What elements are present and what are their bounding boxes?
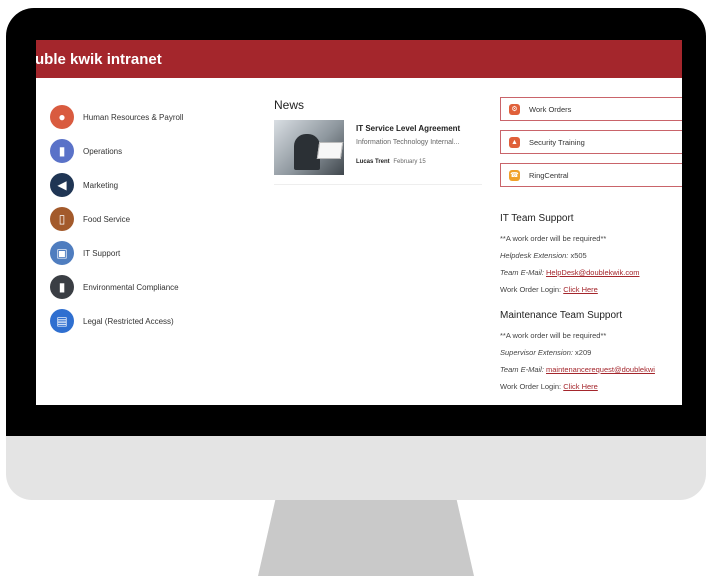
news-meta: Lucas Trent February 15 bbox=[356, 159, 460, 165]
quick-link-security-training[interactable]: ▲ Security Training bbox=[500, 130, 682, 154]
nav-item-food-service[interactable]: ▯ Food Service bbox=[50, 202, 250, 236]
site-header: uble kwik intranet bbox=[36, 40, 682, 78]
nav-item-human-resources[interactable]: ● Human Resources & Payroll bbox=[50, 100, 250, 134]
quick-links: ⚙ Work Orders ▲ Security Training ☎ Ring… bbox=[500, 97, 682, 196]
support-info: IT Team Support **A work order will be r… bbox=[500, 213, 682, 405]
monitor-icon: ▣ bbox=[50, 241, 74, 265]
it-support-email: Team E-Mail: HelpDesk@doublekwik.com bbox=[500, 264, 682, 281]
extension-label: Supervisor Extension: bbox=[500, 348, 573, 357]
document-icon: ▤ bbox=[50, 309, 74, 333]
email-label: Team E-Mail: bbox=[500, 268, 544, 277]
it-login-link[interactable]: Click Here bbox=[563, 285, 598, 294]
nav-item-label: Operations bbox=[83, 146, 123, 156]
department-nav: ● Human Resources & Payroll ▮ Operations… bbox=[50, 100, 250, 338]
quick-link-work-orders[interactable]: ⚙ Work Orders bbox=[500, 97, 682, 121]
news-card[interactable]: IT Service Level Agreement Information T… bbox=[274, 120, 482, 185]
quick-link-ringcentral[interactable]: ☎ RingCentral bbox=[500, 163, 682, 187]
monitor-stand bbox=[258, 500, 474, 576]
login-label: Work Order Login: bbox=[500, 382, 562, 391]
quick-link-label: Security Training bbox=[529, 137, 585, 147]
maintenance-support-email: Team E-Mail: maintenancerequest@doublekw… bbox=[500, 361, 682, 378]
quick-link-label: Work Orders bbox=[529, 104, 572, 114]
extension-value: x505 bbox=[570, 251, 587, 260]
nav-item-label: Legal (Restricted Access) bbox=[83, 316, 174, 326]
it-support-note: **A work order will be required** bbox=[500, 234, 607, 243]
extension-label: Helpdesk Extension: bbox=[500, 251, 569, 260]
maintenance-support-note: **A work order will be required** bbox=[500, 331, 607, 340]
maintenance-support-heading: Maintenance Team Support bbox=[500, 310, 623, 321]
nav-item-label: IT Support bbox=[83, 248, 121, 258]
nav-item-operations[interactable]: ▮ Operations bbox=[50, 134, 250, 168]
wrench-icon: ⚙ bbox=[509, 103, 520, 115]
shield-icon: ▲ bbox=[509, 136, 520, 148]
nav-item-legal[interactable]: ▤ Legal (Restricted Access) bbox=[50, 304, 250, 338]
monitor-screen: uble kwik intranet ● Human Resources & P… bbox=[36, 40, 682, 405]
megaphone-icon: ◀ bbox=[50, 173, 74, 197]
maintenance-support-block: Maintenance Team Support **A work order … bbox=[500, 310, 682, 395]
maintenance-support-extension: Supervisor Extension: x209 bbox=[500, 344, 682, 361]
people-icon: ● bbox=[50, 105, 74, 129]
nav-item-it-support[interactable]: ▣ IT Support bbox=[50, 236, 250, 270]
nav-item-label: Food Service bbox=[83, 214, 131, 224]
it-support-extension: Helpdesk Extension: x505 bbox=[500, 247, 682, 264]
email-label: Team E-Mail: bbox=[500, 365, 544, 374]
monitor-chin bbox=[6, 436, 706, 500]
nav-item-environmental-compliance[interactable]: ▮ Environmental Compliance bbox=[50, 270, 250, 304]
site-title[interactable]: uble kwik intranet bbox=[36, 51, 162, 68]
it-support-block: IT Team Support **A work order will be r… bbox=[500, 213, 682, 298]
gas-pump-icon: ▮ bbox=[50, 275, 74, 299]
it-support-login: Work Order Login: Click Here bbox=[500, 281, 682, 298]
phone-icon: ☎ bbox=[509, 169, 520, 181]
maintenance-login-link[interactable]: Click Here bbox=[563, 382, 598, 391]
thumbnail-person bbox=[294, 134, 320, 170]
it-support-heading: IT Team Support bbox=[500, 213, 574, 224]
news-thumbnail bbox=[274, 120, 344, 175]
maintenance-support-login: Work Order Login: Click Here bbox=[500, 378, 682, 395]
nav-item-label: Marketing bbox=[83, 180, 119, 190]
nav-item-label: Environmental Compliance bbox=[83, 282, 179, 292]
thumbnail-laptop bbox=[316, 142, 344, 159]
news-headline[interactable]: IT Service Level Agreement bbox=[356, 124, 460, 133]
it-email-link[interactable]: HelpDesk@doublekwik.com bbox=[546, 268, 639, 277]
news-author: Lucas Trent bbox=[356, 159, 390, 165]
login-label: Work Order Login: bbox=[500, 285, 562, 294]
nav-item-marketing[interactable]: ◀ Marketing bbox=[50, 168, 250, 202]
news-text: IT Service Level Agreement Information T… bbox=[356, 120, 460, 184]
maintenance-email-link[interactable]: maintenancerequest@doublekwi bbox=[546, 365, 655, 374]
nav-item-label: Human Resources & Payroll bbox=[83, 112, 184, 122]
cup-icon: ▯ bbox=[50, 207, 74, 231]
extension-value: x209 bbox=[575, 348, 592, 357]
news-subtitle: Information Technology Internal... bbox=[356, 139, 460, 146]
clipboard-icon: ▮ bbox=[50, 139, 74, 163]
quick-link-label: RingCentral bbox=[529, 170, 569, 180]
news-date: February 15 bbox=[393, 159, 426, 165]
news-section-title: News bbox=[274, 98, 305, 112]
